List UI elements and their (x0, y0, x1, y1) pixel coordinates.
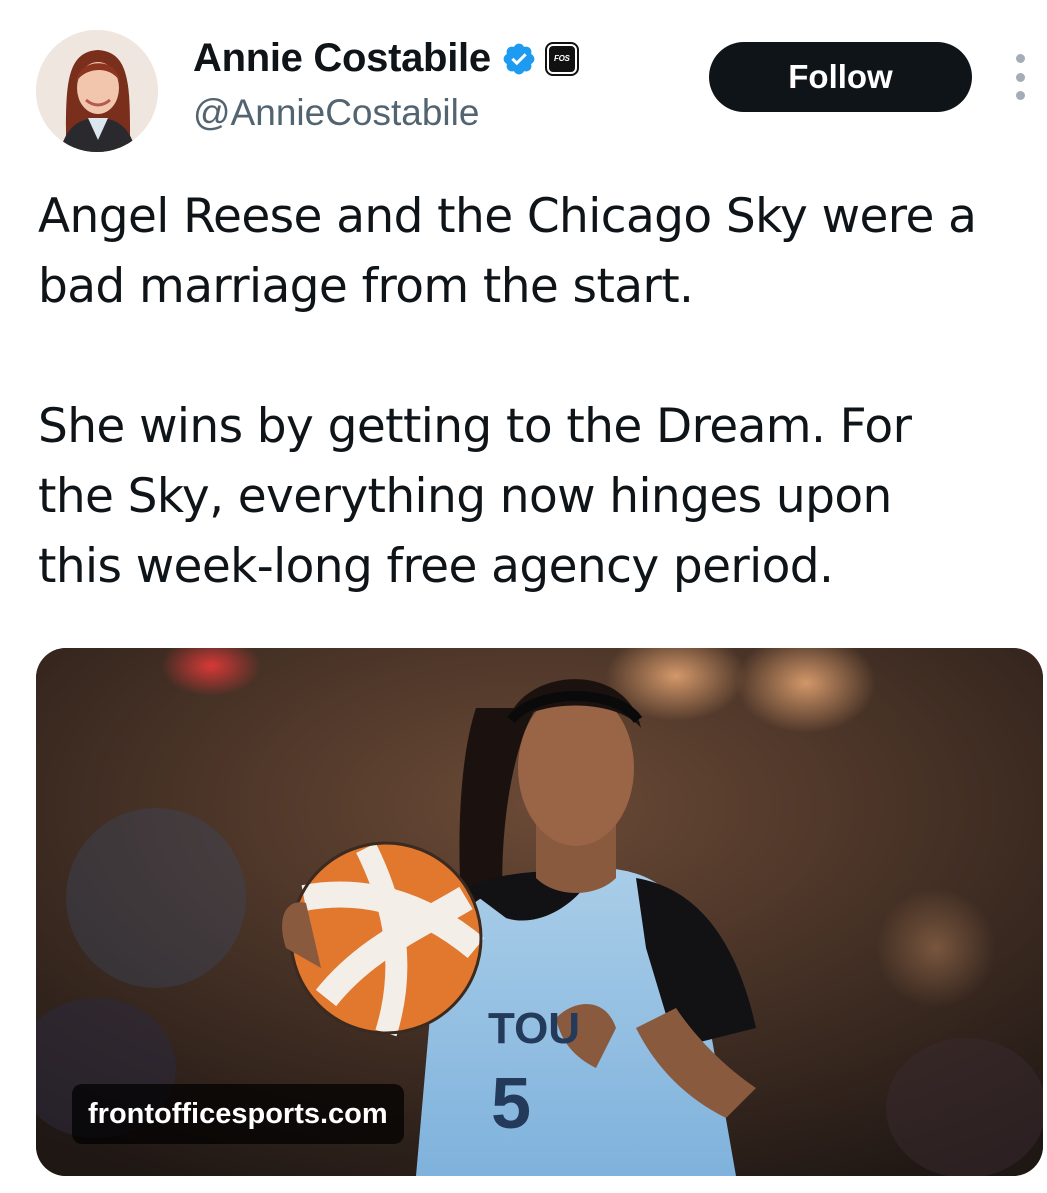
tweet-line: She wins by getting to the Dream. For (38, 399, 912, 454)
jersey-text: TOU (488, 1004, 580, 1053)
author-name-row: Annie Costabile FOS (193, 36, 579, 81)
jersey-number: 5 (491, 1064, 531, 1144)
verified-badge-icon[interactable] (501, 41, 537, 77)
author-handle[interactable]: @AnnieCostabile (193, 92, 479, 134)
more-dot (1015, 91, 1025, 100)
media-card[interactable]: TOU 5 frontofficesports.com (36, 648, 1043, 1176)
display-name[interactable]: Annie Costabile (193, 36, 491, 81)
avatar[interactable] (36, 30, 158, 152)
link-domain-chip[interactable]: frontofficesports.com (72, 1084, 404, 1144)
tweet-line: bad marriage from the start. (38, 259, 694, 314)
tweet-text: Angel Reese and the Chicago Sky were a b… (38, 182, 1038, 602)
tweet-line: the Sky, everything now hinges upon (38, 469, 892, 524)
more-vertical-icon[interactable] (1008, 54, 1032, 100)
follow-button[interactable]: Follow (709, 42, 972, 112)
tweet-line: this week-long free agency period. (38, 539, 834, 594)
tweet-line: Angel Reese and the Chicago Sky were a (38, 189, 977, 244)
avatar-image (36, 30, 158, 152)
affiliation-badge-icon[interactable]: FOS (544, 41, 579, 76)
more-dot (1015, 72, 1025, 82)
more-dot (1015, 54, 1025, 63)
